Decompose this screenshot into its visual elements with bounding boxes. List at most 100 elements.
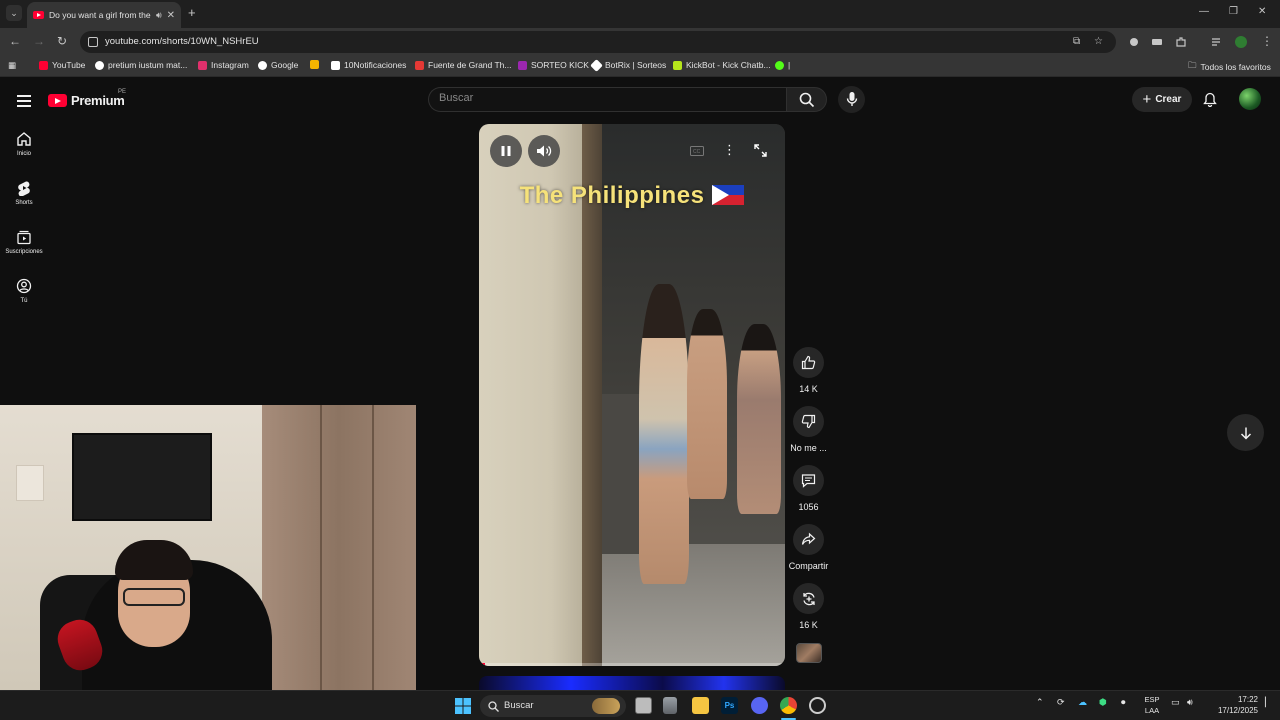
you-icon xyxy=(16,278,32,294)
keyboard-language[interactable]: ESP LAA xyxy=(1140,694,1164,716)
notification-center-icon[interactable]: ▏ xyxy=(1265,697,1272,708)
bookmark-youtube[interactable]: YouTube xyxy=(39,60,85,70)
extension-bulb-icon[interactable] xyxy=(1128,36,1140,48)
bookmark-botrix[interactable]: BotRix | Sorteos xyxy=(590,58,666,72)
video-overlay-caption: The Philippines xyxy=(479,182,785,210)
new-tab-button[interactable]: + xyxy=(188,6,196,20)
restore-icon[interactable]: ❐ xyxy=(1229,6,1238,17)
forward-icon[interactable]: → xyxy=(33,34,45,48)
search-button[interactable] xyxy=(786,87,827,112)
youtube-premium-logo[interactable]: Premium PE xyxy=(48,89,126,108)
notifications-bell-icon[interactable] xyxy=(1203,92,1217,107)
minimize-icon[interactable]: — xyxy=(1199,6,1209,17)
shorts-video-player[interactable]: CC ⋮ The Philippines xyxy=(479,124,785,666)
bookmark-instagram[interactable]: Instagram xyxy=(198,60,249,70)
sidebar-item-subscriptions[interactable]: Suscripciones xyxy=(0,229,48,255)
fullscreen-icon[interactable] xyxy=(754,144,767,157)
bookmark-pretium[interactable]: pretium iustum mat... xyxy=(95,60,187,70)
account-avatar[interactable] xyxy=(1239,88,1261,110)
task-view-icon[interactable] xyxy=(635,697,652,714)
remix-button[interactable]: 16 K xyxy=(788,583,829,630)
all-bookmarks-folder[interactable]: 🗀︎ Todos los favoritos xyxy=(1188,60,1271,74)
bookmark-fuente[interactable]: Fuente de Grand Th... xyxy=(415,60,511,70)
bookmark-google[interactable]: Google xyxy=(258,60,298,70)
next-short-preview[interactable] xyxy=(479,676,785,690)
microphone-tray-icon[interactable]: ⏺︎ xyxy=(1121,697,1126,708)
speaker-icon[interactable]: 🔊︎ xyxy=(1187,697,1193,708)
apps-grid-icon[interactable]: ▦ xyxy=(8,60,16,71)
comments-button[interactable]: 1056 xyxy=(788,465,829,512)
sidebar-item-you[interactable]: Tú xyxy=(0,278,48,304)
bookmark-star-icon[interactable]: ☆ xyxy=(1094,36,1103,47)
next-video-button[interactable] xyxy=(1227,414,1264,451)
menu-icon[interactable] xyxy=(17,95,31,107)
create-button[interactable]: + Crear xyxy=(1132,87,1192,112)
tab-close-icon[interactable]: ✕ xyxy=(167,10,175,21)
sidebar-item-home[interactable]: Inicio xyxy=(0,131,48,157)
windows-start-icon[interactable] xyxy=(455,698,471,714)
like-button[interactable]: 14 K xyxy=(788,347,829,394)
kickbot-icon xyxy=(673,60,682,70)
media-controls-icon[interactable] xyxy=(1211,36,1223,48)
chrome-menu-icon[interactable]: ⋮ xyxy=(1261,34,1273,48)
dislike-button[interactable]: No me ... xyxy=(788,406,829,453)
close-window-icon[interactable]: ✕ xyxy=(1258,6,1266,17)
bookmark-pinwheel[interactable] xyxy=(310,60,319,69)
botrix-icon xyxy=(590,58,603,72)
volume-button[interactable] xyxy=(528,135,560,167)
active-tab[interactable]: Do you want a girl from the 🔊︎ ✕ xyxy=(27,2,181,28)
voice-search-button[interactable] xyxy=(838,86,865,113)
sidebar-item-shorts[interactable]: Shorts xyxy=(0,180,48,206)
shorts-icon xyxy=(18,181,30,196)
chrome-taskbar-icon[interactable] xyxy=(780,697,797,714)
tab-audio-icon[interactable]: 🔊︎ xyxy=(156,10,162,21)
thumbs-up-icon xyxy=(801,355,816,370)
back-icon[interactable]: ← xyxy=(9,34,21,48)
phone-link-icon[interactable] xyxy=(663,697,677,714)
address-bar[interactable]: youtube.com/shorts/10WN_NSHrEU ⧉ ☆ xyxy=(80,31,1116,53)
pause-button[interactable] xyxy=(490,135,522,167)
sound-thumbnail[interactable] xyxy=(796,643,822,663)
microphone-icon xyxy=(846,92,858,106)
profile-avatar-icon[interactable] xyxy=(1235,36,1247,48)
bookmark-kickbot[interactable]: KickBot - Kick Chatb... xyxy=(673,60,771,70)
remix-icon xyxy=(802,592,815,605)
extension-card-icon[interactable] xyxy=(1151,36,1163,48)
philippines-flag-icon xyxy=(712,185,745,205)
taskbar-search[interactable]: Buscar xyxy=(480,695,626,717)
network-icon[interactable]: ▭ xyxy=(1171,697,1180,708)
youtube-page: Premium PE + Crear Inicio Shorts Suscrip… xyxy=(0,78,1280,690)
install-app-icon[interactable]: ⧉ xyxy=(1073,36,1080,47)
obs-icon[interactable] xyxy=(809,697,826,714)
url-text[interactable]: youtube.com/shorts/10WN_NSHrEU xyxy=(105,36,259,47)
captions-icon[interactable]: CC xyxy=(690,146,704,156)
discord-icon[interactable] xyxy=(751,697,768,714)
youtube-play-icon xyxy=(48,94,67,107)
bookmark-sorteo-kick[interactable]: SORTEO KICK xyxy=(518,60,589,70)
tab-search-button[interactable]: ⌄ xyxy=(6,5,22,21)
file-explorer-icon[interactable] xyxy=(692,697,709,714)
tray-app-icon[interactable]: ⟳ xyxy=(1057,697,1065,708)
more-options-icon[interactable]: ⋮ xyxy=(723,142,736,158)
security-icon[interactable]: ⬢ xyxy=(1099,697,1107,708)
share-button[interactable]: Compartir xyxy=(788,524,829,571)
site-info-icon[interactable] xyxy=(88,37,98,47)
photoshop-icon[interactable]: Ps xyxy=(721,697,738,714)
tab-title: Do you want a girl from the xyxy=(49,10,151,20)
tray-overflow-icon[interactable]: ⌃ xyxy=(1036,697,1044,708)
bookmark-kick[interactable]: | xyxy=(775,60,790,70)
plus-icon: + xyxy=(1142,90,1152,108)
taskbar-clock[interactable]: 17:22 17/12/2025 xyxy=(1204,694,1258,716)
webcam-overlay xyxy=(0,405,416,690)
reload-icon[interactable]: ↻ xyxy=(57,34,67,48)
share-icon xyxy=(801,532,816,545)
search-box[interactable] xyxy=(428,87,786,112)
instagram-icon xyxy=(198,60,207,70)
video-progress-track[interactable] xyxy=(479,663,785,666)
onedrive-icon[interactable]: ☁︎ xyxy=(1078,697,1087,708)
search-input[interactable] xyxy=(439,92,769,104)
youtube-favicon-icon xyxy=(33,11,44,19)
bookmark-x-notifications[interactable]: 10Notificaciones xyxy=(331,60,406,70)
video-person xyxy=(737,324,781,514)
extensions-puzzle-icon[interactable] xyxy=(1175,36,1187,48)
